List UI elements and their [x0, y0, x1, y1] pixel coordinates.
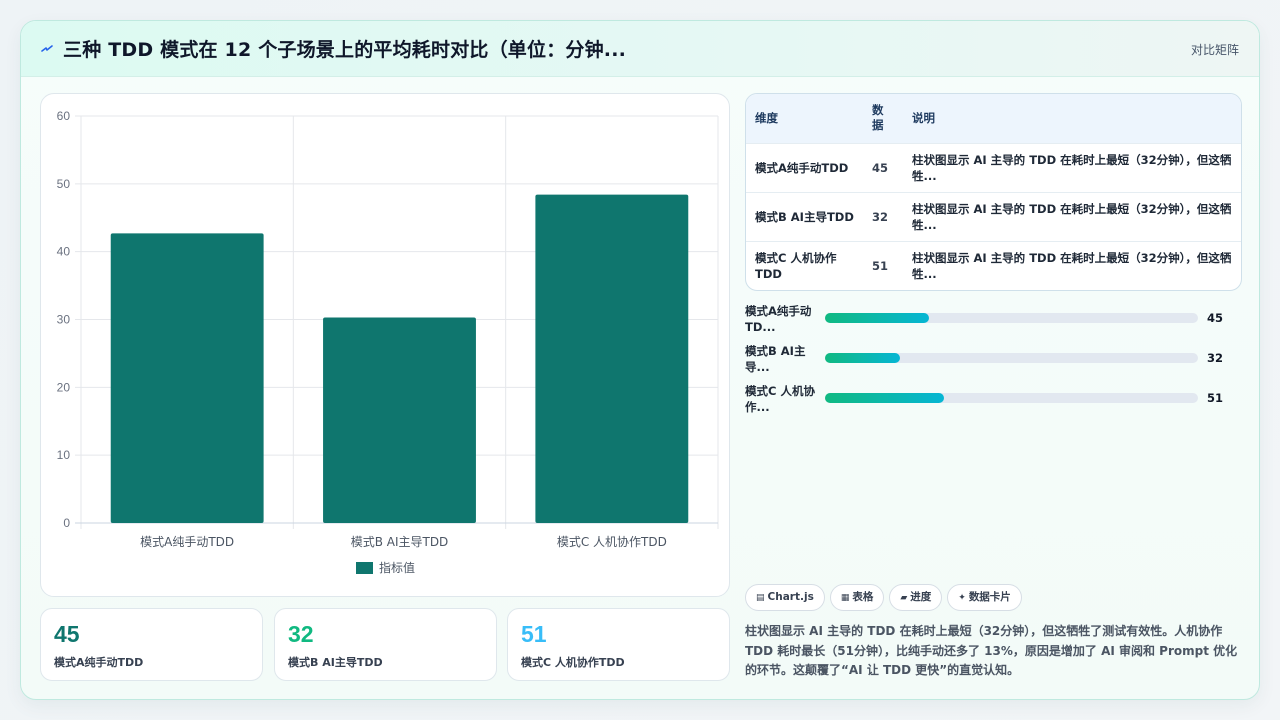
stat-label: 模式A纯手动TDD — [54, 656, 144, 669]
dashboard-card: 三种 TDD 模式在 12 个子场景上的平均耗时对比（单位：分钟... 对比矩阵… — [20, 20, 1260, 700]
page-title: 三种 TDD 模式在 12 个子场景上的平均耗时对比（单位：分钟... — [63, 39, 627, 61]
bar — [110, 233, 264, 523]
table-cell-value: 51 — [872, 258, 889, 273]
progress-value: 45 — [1207, 311, 1224, 325]
x-tick-label: 模式C 人机协作TDD — [557, 534, 667, 549]
chip-chartjs[interactable]: ▤ Chart.js — [745, 584, 825, 611]
stat-value: 51 — [521, 621, 547, 647]
progress-row: 模式C 人机协作... 51 — [745, 383, 1241, 423]
table-cell-dimension: 模式A纯手动TDD — [755, 160, 849, 175]
table-header-row: 维度 数据 说明 — [746, 94, 1241, 143]
progress-fill — [825, 353, 900, 363]
x-tick-label: 模式A纯手动TDD — [140, 535, 234, 549]
progress-row: 模式A纯手动TD... 45 — [745, 303, 1241, 343]
table-row: 模式A纯手动TDD 45 柱状图显示 AI 主导的 TDD 在耗时上最短（32分… — [746, 143, 1241, 192]
table-cell-description: 柱状图显示 AI 主导的 TDD 在耗时上最短（32分钟），但这牺牲... — [912, 152, 1232, 183]
progress-value: 51 — [1207, 391, 1224, 405]
x-tick-label: 模式B AI主导TDD — [351, 535, 449, 549]
column-header: 说明 — [912, 110, 935, 125]
table-cell-dimension: 模式C 人机协作TDD — [755, 250, 837, 281]
progress-label: 模式B AI主导... — [745, 344, 806, 374]
y-tick-label: 50 — [57, 177, 71, 191]
stat-label: 模式B AI主导TDD — [288, 656, 383, 669]
table-row: 模式C 人机协作TDD 51 柱状图显示 AI 主导的 TDD 在耗时上最短（3… — [746, 241, 1241, 290]
y-tick-label: 30 — [57, 313, 71, 327]
bar — [323, 317, 476, 523]
chip-label: 进度 — [910, 591, 932, 603]
column-header: 维度 — [755, 110, 778, 125]
table-cell-value: 45 — [872, 160, 889, 175]
progress-track — [825, 393, 1198, 403]
chip-label: 数据卡片 — [968, 591, 1011, 603]
sparkle-icon: ✦ — [958, 593, 966, 603]
y-tick-label: 60 — [57, 109, 71, 123]
table-cell-dimension: 模式B AI主导TDD — [755, 209, 854, 224]
stat-label: 模式C 人机协作TDD — [521, 656, 625, 669]
table-icon: ▦ — [840, 593, 850, 603]
progress-label: 模式C 人机协作... — [745, 384, 815, 414]
header-bar: 三种 TDD 模式在 12 个子场景上的平均耗时对比（单位：分钟... 对比矩阵 — [21, 21, 1259, 77]
progress-fill — [825, 313, 930, 323]
table-row: 模式B AI主导TDD 32 柱状图显示 AI 主导的 TDD 在耗时上最短（3… — [746, 192, 1241, 241]
y-tick-label: 10 — [57, 448, 71, 462]
chart-icon: ▤ — [756, 593, 765, 603]
summary-text: 柱状图显示 AI 主导的 TDD 在耗时上最短（32分钟），但这牺牲了测试有效性… — [745, 624, 1238, 677]
progress-track — [825, 353, 1198, 363]
y-tick-label: 20 — [57, 380, 71, 394]
stat-value: 32 — [288, 621, 314, 647]
chip-table[interactable]: ▦ 表格 — [829, 584, 885, 611]
stat-card: 51 模式C 人机协作TDD — [507, 608, 730, 681]
progress-icon: ▰ — [900, 593, 908, 603]
progress-value: 32 — [1207, 351, 1224, 365]
bar-chart-panel: 0 10 20 30 40 50 60 模式A纯手动TDD 模式B AI主导TDD 模式C 人机协… — [40, 93, 730, 597]
chip-label: Chart.js — [767, 591, 814, 603]
progress-row: 模式B AI主导... 32 — [745, 343, 1241, 383]
progress-list: 模式A纯手动TD... 45 模式B AI主导... 32 模式C 人机协作..… — [745, 303, 1241, 423]
comparison-table: 维度 数据 说明 模式A纯手动TDD 45 柱状图显示 AI 主导的 TDD 在… — [745, 93, 1242, 291]
progress-label: 模式A纯手动TD... — [745, 304, 812, 334]
chip-data-card[interactable]: ✦ 数据卡片 — [947, 584, 1022, 611]
progress-fill — [825, 393, 945, 403]
chip-progress[interactable]: ▰ 进度 — [889, 584, 943, 611]
bar-chart: 0 10 20 30 40 50 60 模式A纯手动TDD 模式B AI主导TDD 模式C 人机协… — [57, 109, 719, 575]
table-cell-description: 柱状图显示 AI 主导的 TDD 在耗时上最短（32分钟），但这牺牲... — [912, 250, 1232, 281]
stat-card: 32 模式B AI主导TDD — [274, 608, 497, 681]
column-header: 数据 — [872, 103, 884, 133]
stat-value: 45 — [54, 621, 80, 647]
progress-track — [825, 313, 1198, 323]
table-cell-value: 32 — [872, 209, 889, 224]
stat-card: 45 模式A纯手动TDD — [40, 608, 263, 681]
view-tag[interactable]: 对比矩阵 — [1191, 41, 1239, 58]
bolt-icon — [41, 45, 53, 52]
table-cell-description: 柱状图显示 AI 主导的 TDD 在耗时上最短（32分钟），但这牺牲... — [912, 201, 1232, 232]
bar — [535, 194, 689, 523]
y-tick-label: 0 — [63, 516, 70, 530]
legend-label: 指标值 — [379, 560, 415, 575]
view-chips: ▤ Chart.js ▦ 表格 ▰ 进度 ✦ 数据卡片 — [745, 584, 1027, 612]
legend-swatch — [356, 562, 373, 574]
chip-label: 表格 — [852, 591, 874, 603]
y-tick-label: 40 — [57, 245, 71, 259]
